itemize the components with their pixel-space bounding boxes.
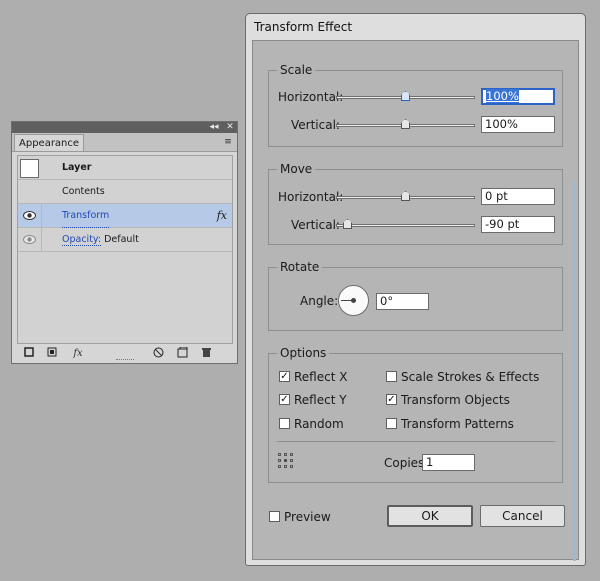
rotate-legend: Rotate [277,260,323,274]
scale-horizontal-field[interactable]: 100% [481,88,555,105]
opacity-row: Opacity: Default [62,228,139,251]
contents-label: Contents [62,186,105,197]
angle-field[interactable]: 0° [376,293,429,310]
tab-appearance[interactable]: Appearance [14,134,84,151]
list-item-contents[interactable]: Contents [18,180,232,204]
transform-objects-checkbox[interactable]: ✓ [386,394,397,405]
preview-checkbox[interactable] [269,511,280,522]
copies-field[interactable]: 1 [422,454,475,471]
transform-patterns-checkbox[interactable] [386,418,397,429]
reference-point-icon[interactable] [278,453,295,470]
options-separator [277,441,555,442]
eye-icon[interactable] [18,204,41,227]
reflect-y-label[interactable]: Reflect Y [294,393,347,407]
scale-group: Scale Horizontal: 100% Vertical: 100% [268,63,563,147]
delete-item-icon[interactable] [199,347,213,361]
options-legend: Options [277,346,330,360]
move-legend: Move [277,162,316,176]
move-horizontal-label: Horizontal: [278,190,344,204]
opacity-value: Default [104,234,139,245]
scale-strokes-checkbox[interactable] [386,371,397,382]
ok-button[interactable]: OK [387,505,473,527]
collapse-panel-icon[interactable]: ◂◂ [208,122,220,133]
move-horizontal-field[interactable]: 0 pt [481,188,555,205]
row-divider [41,228,42,251]
panel-title-bar[interactable]: ◂◂ ✕ [12,122,237,133]
list-item-transform[interactable]: Transform fx [18,204,232,228]
transform-objects-label[interactable]: Transform Objects [401,393,510,407]
scale-horizontal-label: Horizontal: [278,90,344,104]
scale-horizontal-value: 100% [486,89,519,103]
reflect-x-checkbox[interactable]: ✓ [279,371,290,382]
panel-tab-row: Appearance ≡ [12,133,237,152]
close-panel-icon[interactable]: ✕ [224,122,236,133]
reflect-x-label[interactable]: Reflect X [294,370,347,384]
fx-icon: fx [216,209,227,222]
row-divider [41,204,42,227]
duplicate-item-icon[interactable] [175,346,189,361]
list-item-layer[interactable]: Layer [18,156,232,180]
move-horizontal-slider-thumb[interactable] [401,191,410,201]
transform-patterns-label[interactable]: Transform Patterns [401,417,514,431]
add-new-effect-icon[interactable]: fx [68,347,88,361]
window-edge-highlight [573,181,576,561]
clear-appearance-icon[interactable] [151,347,165,361]
dialog-body: Scale Horizontal: 100% Vertical: 100% Mo… [252,40,579,561]
move-vertical-label: Vertical: [291,218,340,232]
preview-label[interactable]: Preview [284,510,331,524]
transform-effect-dialog: Transform Effect Scale Horizontal: 100% … [245,13,586,566]
options-group: Options ✓ Reflect X ✓ Reflect Y Random S… [268,346,563,483]
scale-vertical-field[interactable]: 100% [481,116,555,133]
cancel-button[interactable]: Cancel [480,505,565,527]
random-label[interactable]: Random [294,417,344,431]
panel-menu-icon[interactable]: ≡ [222,136,234,148]
list-item-opacity[interactable]: Opacity: Default [18,228,232,252]
random-checkbox[interactable] [279,418,290,429]
scale-legend: Scale [277,63,316,77]
add-new-stroke-icon[interactable] [22,347,36,361]
move-vertical-slider-thumb[interactable] [343,219,352,229]
angle-dial-center [351,298,356,303]
move-group: Move Horizontal: 0 pt Vertical: -90 pt [268,162,563,245]
opacity-link[interactable]: Opacity: [62,234,102,246]
scale-vertical-slider-thumb[interactable] [401,119,410,129]
add-new-fill-icon[interactable] [45,347,59,361]
resize-grip[interactable] [116,359,134,364]
rotate-group: Rotate Angle: 0° [268,260,563,331]
scale-strokes-label[interactable]: Scale Strokes & Effects [401,370,539,384]
eye-icon[interactable] [18,228,41,251]
angle-label: Angle: [300,294,339,308]
move-vertical-slider[interactable] [336,224,475,227]
scale-vertical-label: Vertical: [291,118,340,132]
scale-horizontal-slider-thumb[interactable] [401,91,410,101]
appearance-list: Layer Contents Transform fx Opacity: Def… [17,155,233,344]
dialog-title: Transform Effect [254,20,353,34]
appearance-panel: ◂◂ ✕ Appearance ≡ Layer Contents Transfo… [11,121,238,364]
layer-thumbnail [20,159,39,178]
angle-dial[interactable] [338,285,369,316]
reflect-y-checkbox[interactable]: ✓ [279,394,290,405]
move-vertical-field[interactable]: -90 pt [481,216,555,233]
copies-label: Copies [384,456,425,470]
layer-label: Layer [62,162,92,173]
transform-effect-link[interactable]: Transform [62,204,110,228]
